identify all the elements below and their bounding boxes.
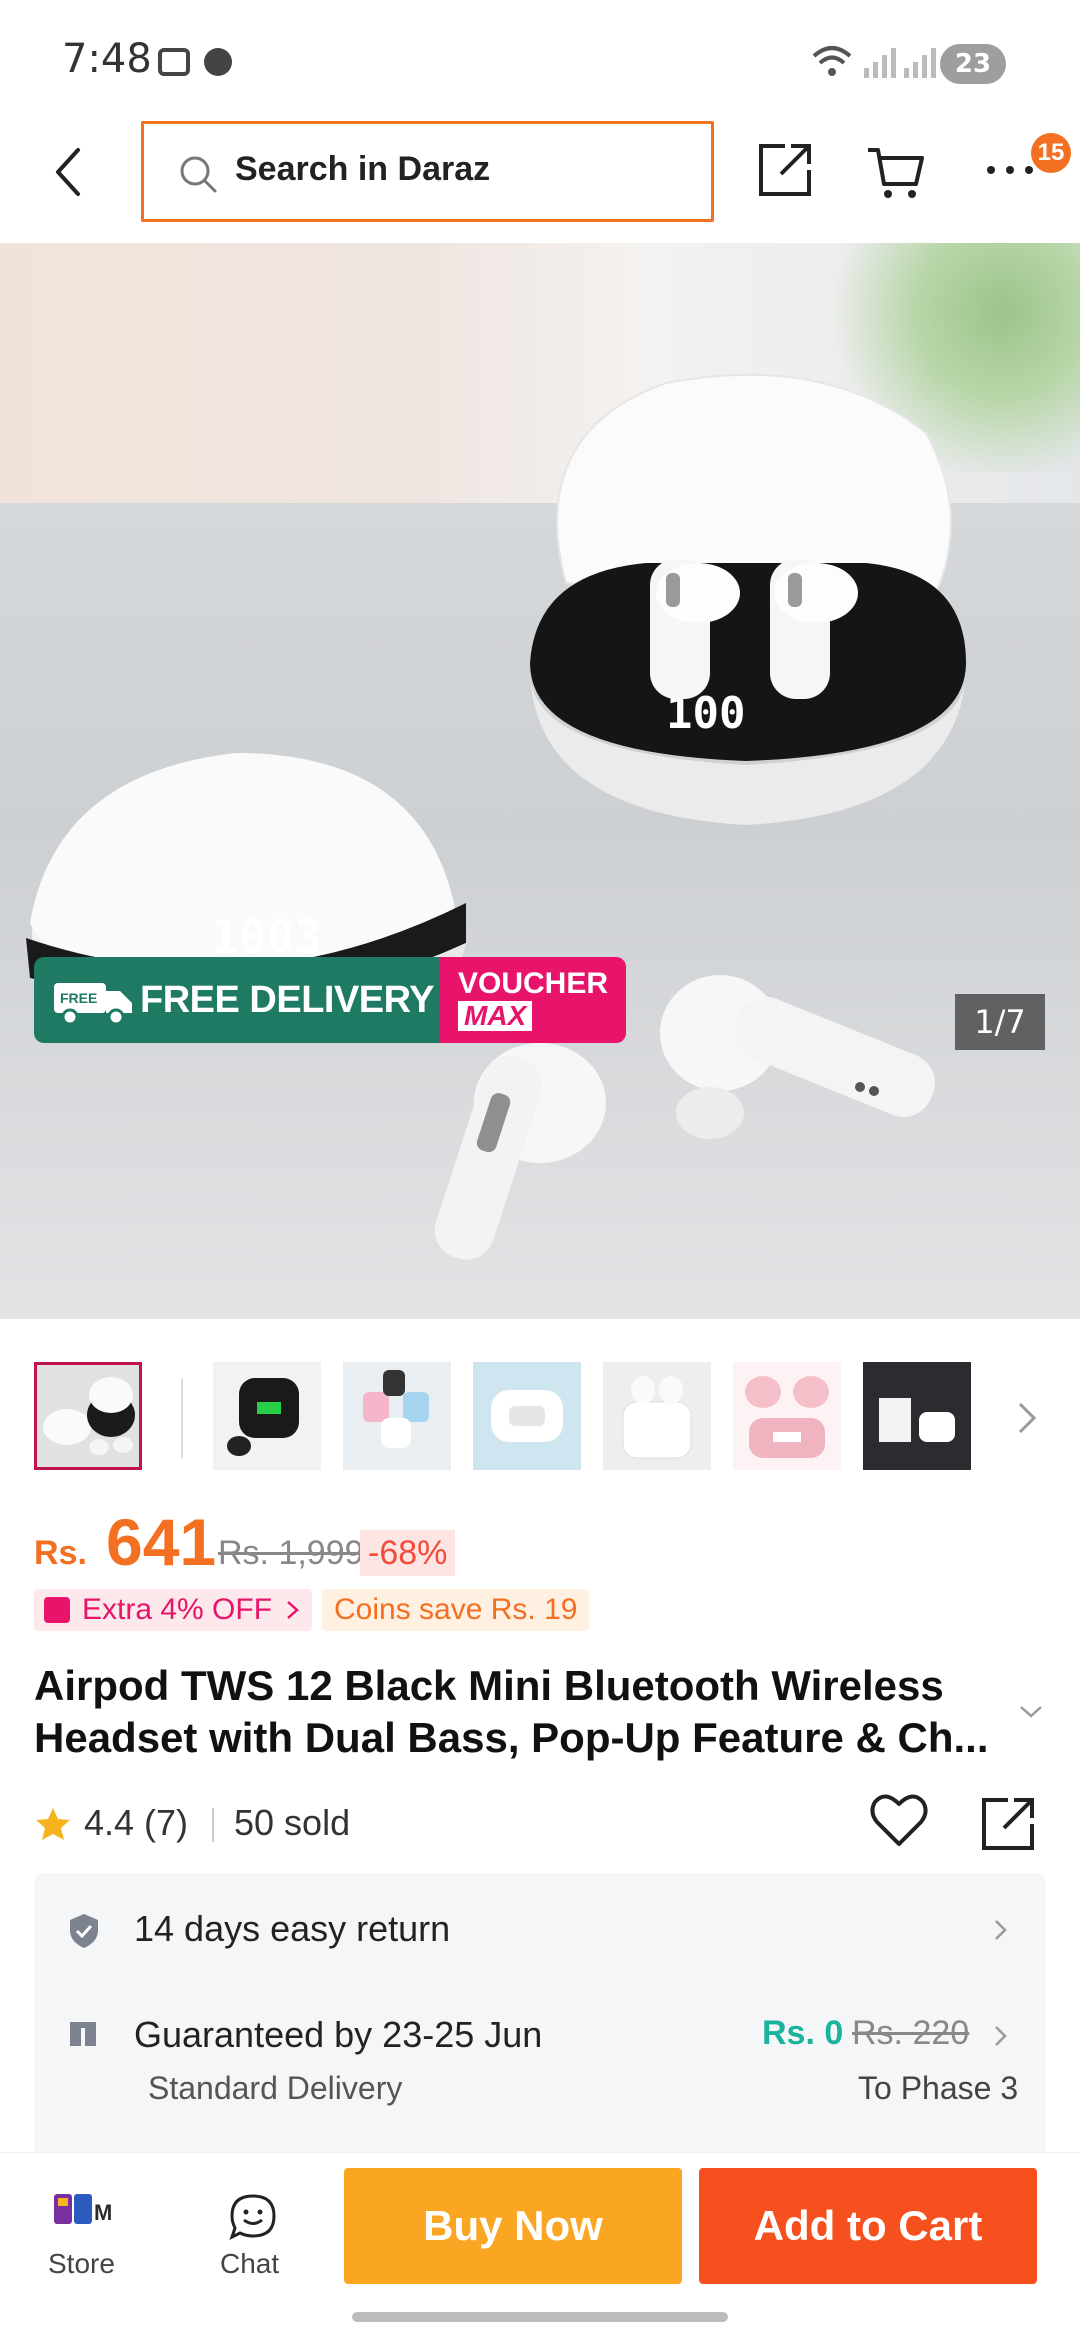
buy-now-button[interactable]: Buy Now	[344, 2168, 682, 2284]
wishlist-heart-icon[interactable]	[869, 1792, 929, 1850]
svg-text:FREE: FREE	[60, 990, 97, 1006]
thumbnail-2[interactable]	[213, 1362, 321, 1470]
thumbnail-4[interactable]	[473, 1362, 581, 1470]
wifi-icon	[812, 46, 852, 76]
discount-badge: -68%	[360, 1530, 456, 1576]
earbud-left	[434, 1043, 606, 1260]
product-image-gallery[interactable]: 1003 100	[0, 243, 1080, 1319]
brightness-icon	[204, 48, 232, 76]
signal-icon-2	[904, 48, 936, 78]
store-label[interactable]: Store	[48, 2248, 115, 2280]
voucher-max-label: MAX	[458, 1001, 533, 1031]
return-policy-text[interactable]: 14 days easy return	[134, 1908, 450, 1950]
extra-offer-label: Extra 4% OFF	[82, 1593, 273, 1626]
delivery-guarantee[interactable]: Guaranteed by 23-25 Jun	[134, 2014, 542, 2056]
add-to-cart-button[interactable]: Add to Cart	[699, 2168, 1037, 2284]
open-earbud-case: 100	[530, 373, 966, 825]
chevron-right-icon[interactable]	[1016, 1398, 1038, 1438]
search-placeholder: Search in Daraz	[235, 150, 491, 188]
thumbnail-5[interactable]	[603, 1362, 711, 1470]
screenshot-icon	[158, 48, 190, 76]
search-bar[interactable]: Search in Daraz	[141, 121, 714, 222]
more-icon[interactable]	[985, 160, 1035, 180]
chevron-right-icon[interactable]	[994, 2024, 1008, 2048]
search-icon	[180, 156, 217, 193]
rating-value[interactable]: 4.4 (7)	[84, 1802, 188, 1844]
package-icon	[70, 2020, 96, 2046]
signal-icon	[864, 48, 896, 78]
chevron-right-icon	[287, 1601, 299, 1619]
free-delivery-banner: FREE FREE DELIVERY	[34, 957, 440, 1043]
earbud-right	[660, 975, 935, 1139]
free-delivery-label: FREE DELIVERY	[140, 979, 435, 1021]
price-current: 641	[106, 1505, 217, 1579]
status-time: 7:48	[62, 36, 152, 82]
sold-count: 50 sold	[234, 1802, 351, 1843]
chevron-down-icon[interactable]	[1018, 1704, 1044, 1720]
cart-icon[interactable]	[866, 146, 926, 200]
thumbnail-3[interactable]	[343, 1362, 451, 1470]
chat-label[interactable]: Chat	[220, 2248, 279, 2280]
rating-divider	[212, 1808, 214, 1842]
chat-icon[interactable]	[228, 2192, 278, 2242]
home-indicator[interactable]	[352, 2312, 728, 2322]
price-original: Rs. 1,999	[218, 1534, 364, 1572]
store-logo-icon[interactable]: M	[52, 2190, 112, 2234]
image-counter: 1/7	[955, 994, 1045, 1050]
thumbnail-7[interactable]	[863, 1362, 971, 1470]
shipping-fee: Rs. 0	[762, 2014, 844, 2052]
status-bar: 7:48 23	[0, 0, 1080, 120]
battery-indicator: 23	[940, 44, 1006, 84]
voucher-label: VOUCHER	[458, 967, 609, 1000]
promo-banner: FREE FREE DELIVERY VOUCHER MAX	[34, 957, 626, 1043]
svg-text:M: M	[94, 2200, 112, 2225]
delivery-destination: To Phase 3	[858, 2070, 1019, 2106]
share-icon[interactable]	[978, 1794, 1038, 1854]
shipping-fee-original: Rs. 220	[852, 2014, 970, 2052]
coins-chip[interactable]: Coins save Rs. 19	[322, 1589, 590, 1631]
thumbnail-divider	[181, 1378, 183, 1458]
voucher-max-banner: VOUCHER MAX	[440, 957, 626, 1043]
cart-badge: 15	[1031, 133, 1071, 173]
thumbnail-1[interactable]	[34, 1362, 142, 1470]
chevron-right-icon[interactable]	[994, 1918, 1008, 1942]
thumbnail-6[interactable]	[733, 1362, 841, 1470]
share-icon[interactable]	[755, 140, 815, 200]
back-icon[interactable]	[44, 142, 94, 202]
svg-text:1003: 1003	[211, 910, 322, 964]
extra-offer-chip[interactable]: Extra 4% OFF	[34, 1589, 313, 1631]
star-icon	[36, 1808, 70, 1840]
delivery-type: Standard Delivery	[148, 2070, 403, 2106]
voucher-tag-icon	[44, 1597, 70, 1623]
price-currency: Rs.	[34, 1534, 87, 1572]
product-title: Airpod TWS 12 Black Mini Bluetooth Wirel…	[34, 1662, 989, 1761]
shield-check-icon	[70, 1914, 98, 1948]
